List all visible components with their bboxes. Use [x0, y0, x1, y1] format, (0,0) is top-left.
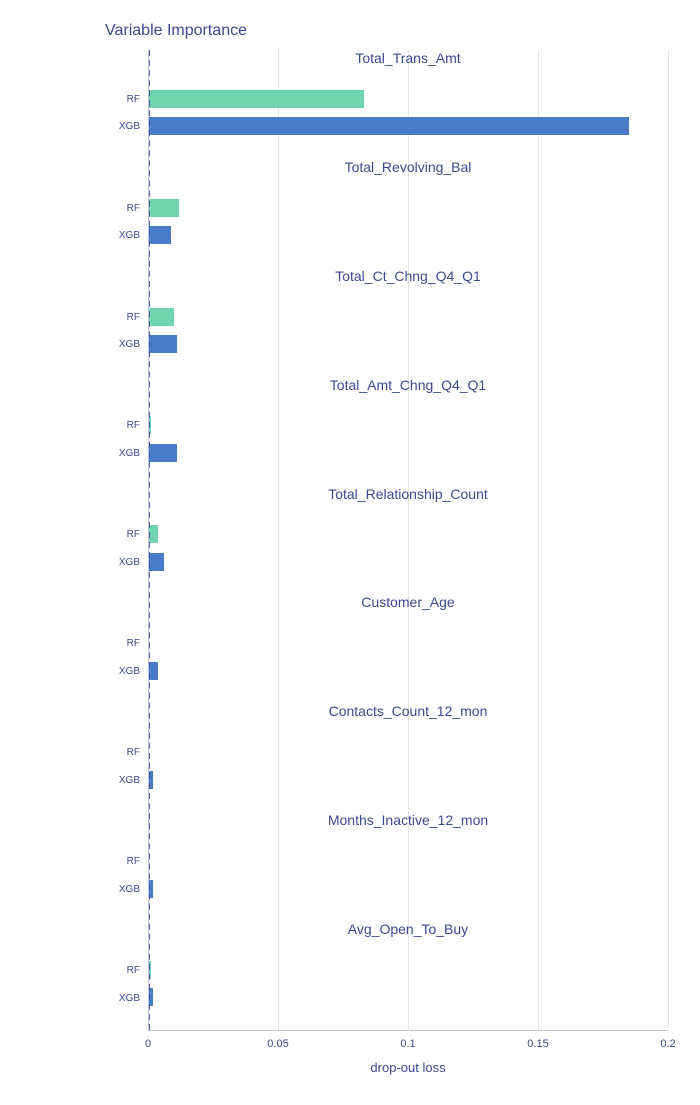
- y-label-xgb: XGB: [112, 666, 140, 677]
- y-label-xgb: XGB: [112, 230, 140, 241]
- panel-title: Customer_Age: [148, 594, 668, 610]
- y-label-rf: RF: [112, 312, 140, 323]
- plot-area: Total_Trans_Amt Total_Revolving_Bal Total_…: [148, 50, 668, 1030]
- panel-title: Total_Revolving_Bal: [148, 159, 668, 175]
- x-axis-title: drop-out loss: [370, 1060, 445, 1075]
- panel-title: Contacts_Count_12_mon: [148, 703, 668, 719]
- bar-xgb: [148, 335, 177, 353]
- x-tick: 0.15: [527, 1038, 548, 1050]
- panel: Total_Revolving_Bal: [148, 159, 668, 268]
- bar-rf: [148, 199, 179, 217]
- panel-title: Total_Amt_Chng_Q4_Q1: [148, 377, 668, 393]
- y-label-rf: RF: [112, 638, 140, 649]
- y-label-xgb: XGB: [112, 448, 140, 459]
- y-label-xgb: XGB: [112, 993, 140, 1004]
- panel: Contacts_Count_12_mon: [148, 703, 668, 812]
- bar-rf: [148, 90, 364, 108]
- y-label-xgb: XGB: [112, 775, 140, 786]
- bar-xgb: [148, 553, 164, 571]
- y-axis-line: [148, 50, 149, 1030]
- panel: Months_Inactive_12_mon: [148, 812, 668, 921]
- y-label-rf: RF: [112, 747, 140, 758]
- panel: Total_Ct_Chng_Q4_Q1: [148, 268, 668, 377]
- panel-title: Total_Relationship_Count: [148, 486, 668, 502]
- panel: Total_Relationship_Count: [148, 486, 668, 595]
- y-label-xgb: XGB: [112, 339, 140, 350]
- y-label-rf: RF: [112, 529, 140, 540]
- bar-xgb: [148, 117, 629, 135]
- gridline: [668, 50, 669, 1030]
- y-label-xgb: XGB: [112, 121, 140, 132]
- y-label-rf: RF: [112, 203, 140, 214]
- x-tick: 0.2: [660, 1038, 675, 1050]
- y-label-xgb: XGB: [112, 884, 140, 895]
- panel: Avg_Open_To_Buy: [148, 921, 668, 1030]
- y-label-rf: RF: [112, 856, 140, 867]
- y-label-xgb: XGB: [112, 557, 140, 568]
- panel-title: Total_Trans_Amt: [148, 50, 668, 66]
- y-label-rf: RF: [112, 965, 140, 976]
- x-tick: 0.1: [400, 1038, 415, 1050]
- y-label-rf: RF: [112, 94, 140, 105]
- panel-title: Months_Inactive_12_mon: [148, 812, 668, 828]
- panel-title: Avg_Open_To_Buy: [148, 921, 668, 937]
- x-tick: 0.05: [267, 1038, 288, 1050]
- panel: Total_Amt_Chng_Q4_Q1: [148, 377, 668, 486]
- bar-xgb: [148, 444, 177, 462]
- x-tick: 0: [145, 1038, 151, 1050]
- bar-xgb: [148, 226, 171, 244]
- y-label-rf: RF: [112, 420, 140, 431]
- panel: Total_Trans_Amt: [148, 50, 668, 159]
- chart-title: Variable Importance: [105, 22, 247, 40]
- panel: Customer_Age: [148, 594, 668, 703]
- panel-title: Total_Ct_Chng_Q4_Q1: [148, 268, 668, 284]
- bar-rf: [148, 308, 174, 326]
- x-axis-line: [148, 1030, 668, 1031]
